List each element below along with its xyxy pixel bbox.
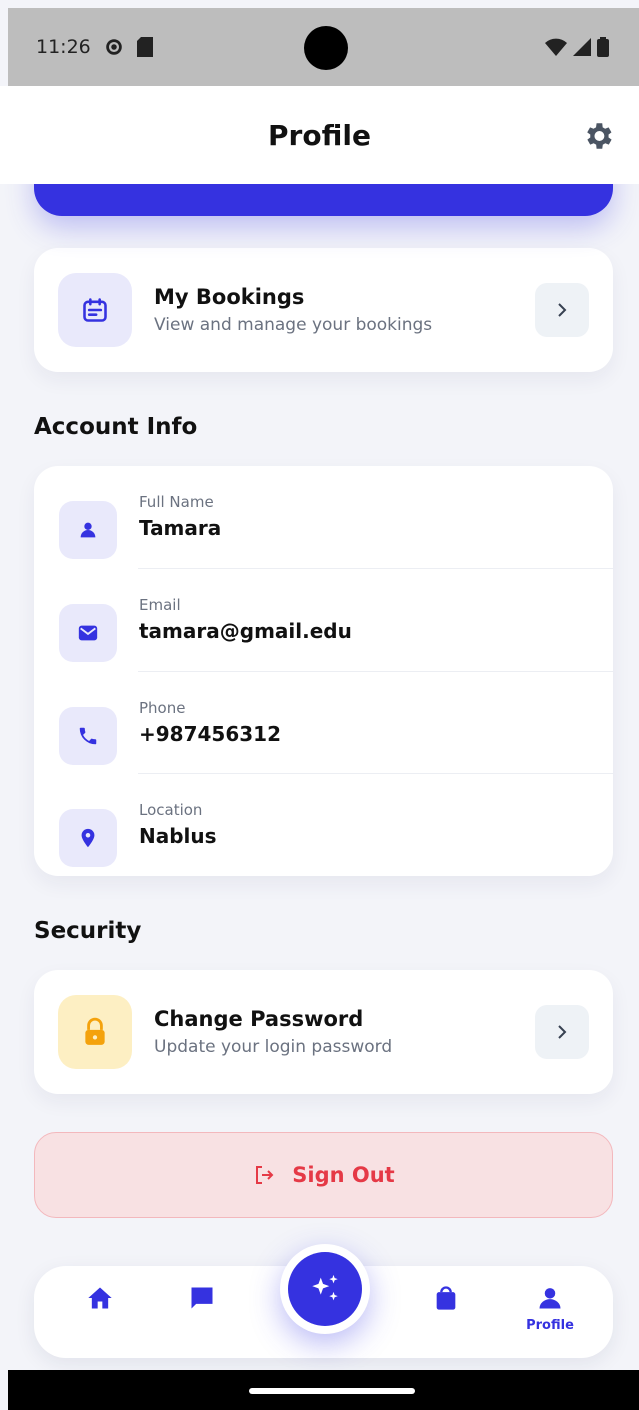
logout-icon [256, 1166, 274, 1184]
security-heading: Security [34, 918, 142, 944]
nav-profile-label: Profile [526, 1318, 574, 1333]
location-pin-icon [81, 828, 95, 848]
app-bar: Profile [0, 86, 639, 184]
sparkles-icon [312, 1274, 338, 1301]
chat-icon [191, 1287, 213, 1309]
change-password-chevron-button[interactable] [535, 1005, 589, 1059]
person-icon [539, 1288, 561, 1309]
page-title: Profile [268, 118, 371, 152]
full-name-label: Full Name [139, 493, 214, 511]
change-password-title: Change Password [154, 1007, 364, 1031]
signal-icon [573, 38, 591, 56]
chevron-right-icon [558, 303, 567, 317]
bookings-title: My Bookings [154, 285, 305, 309]
account-info-heading: Account Info [34, 414, 198, 440]
phone-label: Phone [139, 699, 186, 717]
phone-value: +987456312 [139, 722, 282, 746]
gear-icon[interactable] [581, 119, 615, 153]
lock-icon [85, 1017, 105, 1045]
email-value: tamara@gmail.edu [139, 619, 352, 643]
email-label: Email [139, 596, 181, 614]
info-row-email[interactable]: Email tamara@gmail.edu [34, 569, 613, 672]
calendar-icon [83, 298, 107, 322]
camera-cutout [303, 26, 348, 70]
battery-icon [597, 37, 609, 57]
account-info-card: Full Name Tamara Email tamara@gmail.edu … [34, 466, 613, 876]
shopping-bag-icon [436, 1286, 456, 1310]
my-bookings-card[interactable]: My Bookings View and manage your booking… [34, 248, 613, 372]
chevron-right-icon [558, 1025, 567, 1039]
person-icon-box [59, 501, 117, 559]
bookings-subtitle: View and manage your bookings [154, 315, 433, 335]
mail-icon-box [59, 604, 117, 662]
info-row-phone[interactable]: Phone +987456312 [34, 672, 613, 775]
home-icon [88, 1287, 112, 1309]
sd-card-icon [136, 37, 153, 57]
wifi-icon [545, 38, 567, 56]
sign-out-label: Sign Out [292, 1163, 395, 1187]
nav-shop[interactable] [418, 1284, 474, 1312]
sign-out-button[interactable]: Sign Out [34, 1132, 613, 1218]
location-value: Nablus [139, 824, 217, 848]
phone-icon-box [59, 707, 117, 765]
lock-icon-box [58, 995, 132, 1069]
change-password-subtitle: Update your login password [154, 1037, 393, 1057]
location-icon-box [59, 809, 117, 867]
person-icon [80, 522, 96, 538]
mail-icon [78, 625, 98, 641]
home-gesture-handle[interactable] [249, 1388, 415, 1394]
settings-status-icon [105, 39, 122, 55]
bookings-icon-box [58, 273, 132, 347]
gesture-navigation-bar [8, 1370, 639, 1410]
location-label: Location [139, 801, 203, 819]
status-bar: 11:26 [8, 8, 639, 86]
info-row-full-name[interactable]: Full Name Tamara [34, 466, 613, 569]
nav-profile[interactable]: Profile [522, 1284, 578, 1333]
full-name-value: Tamara [139, 516, 222, 540]
ai-assistant-button[interactable] [280, 1244, 370, 1334]
nav-home[interactable] [72, 1284, 128, 1312]
change-password-card[interactable]: Change Password Update your login passwo… [34, 970, 613, 1094]
info-row-location[interactable]: Location Nablus [34, 774, 613, 877]
nav-messages[interactable] [174, 1284, 230, 1312]
ai-button-inner [288, 1252, 362, 1326]
bookings-chevron-button[interactable] [535, 283, 589, 337]
status-time: 11:26 [36, 36, 91, 58]
phone-icon [79, 727, 97, 745]
